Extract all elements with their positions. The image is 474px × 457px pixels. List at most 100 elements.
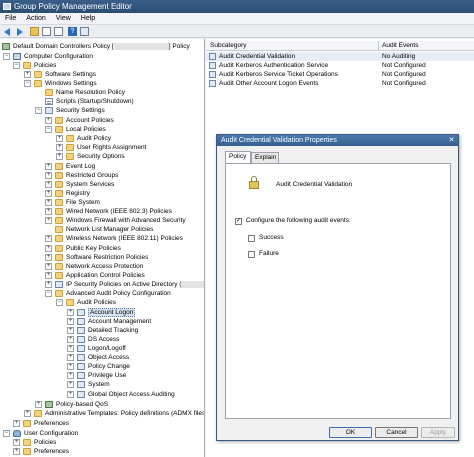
expand-icon[interactable]: +	[67, 381, 74, 388]
tree-security-options[interactable]: + Security Options	[56, 152, 204, 161]
failure-checkbox[interactable]	[248, 251, 255, 258]
menu-view[interactable]: View	[51, 13, 76, 25]
collapse-icon[interactable]: −	[45, 126, 52, 133]
tree-user-policies[interactable]: + Policies	[13, 438, 203, 447]
tree-event-log[interactable]: + Event Log	[45, 162, 204, 171]
tree-user-rights-assignment[interactable]: + User Rights Assignment	[56, 143, 204, 152]
expand-icon[interactable]: +	[45, 190, 52, 197]
expand-icon[interactable]: +	[67, 391, 74, 398]
success-checkbox[interactable]	[248, 235, 255, 242]
expand-icon[interactable]: +	[67, 345, 74, 352]
tree-computer-configuration[interactable]: − Computer Configuration	[3, 52, 203, 61]
tree-privilege-use[interactable]: + Privilege Use	[67, 371, 204, 380]
expand-icon[interactable]: +	[45, 254, 52, 261]
tab-policy[interactable]: Policy	[225, 151, 251, 163]
expand-icon[interactable]: +	[67, 327, 74, 334]
ok-button[interactable]: OK	[329, 427, 372, 438]
expand-icon[interactable]: +	[45, 181, 52, 188]
help-icon[interactable]: ?	[68, 27, 77, 36]
tree-policy-change[interactable]: + Policy Change	[67, 362, 204, 371]
column-subcategory[interactable]: Subcategory	[210, 41, 247, 51]
expand-icon[interactable]: +	[67, 363, 74, 370]
tree-account-logon[interactable]: + Account Logon	[67, 308, 204, 317]
export-list-icon[interactable]	[54, 27, 63, 36]
collapse-icon[interactable]: −	[35, 107, 42, 114]
tree-system-services[interactable]: + System Services	[45, 180, 204, 189]
tree-object-access[interactable]: + Object Access	[67, 353, 204, 362]
column-audit-events[interactable]: Audit Events	[382, 41, 419, 51]
tree-global-object-access[interactable]: + Global Object Access Auditing	[67, 390, 204, 399]
expand-icon[interactable]: +	[45, 235, 52, 242]
tree-software-restriction[interactable]: + Software Restriction Policies	[45, 253, 204, 262]
expand-icon[interactable]: +	[67, 318, 74, 325]
collapse-icon[interactable]: −	[56, 299, 63, 306]
expand-icon[interactable]: +	[45, 199, 52, 206]
configure-checkbox[interactable]: ✓	[235, 218, 242, 225]
tree-ip-security[interactable]: + IP Security Policies on Active Directo…	[45, 280, 204, 289]
expand-icon[interactable]: +	[35, 401, 42, 408]
expand-icon[interactable]: +	[45, 245, 52, 252]
tree-ds-access[interactable]: + DS Access	[67, 335, 204, 344]
tree-wireless-network[interactable]: + Wireless Network (IEEE 802.11) Policie…	[45, 234, 204, 243]
show-hide-tree-icon[interactable]	[42, 27, 51, 36]
tree-policy-based-qos[interactable]: + Policy-based QoS	[35, 400, 204, 409]
tree-application-control[interactable]: + Application Control Policies	[45, 271, 204, 280]
collapse-icon[interactable]: −	[45, 290, 52, 297]
tree-logon-logoff[interactable]: + Logon/Logoff	[67, 344, 204, 353]
expand-icon[interactable]: +	[45, 163, 52, 170]
properties-icon[interactable]	[80, 27, 89, 36]
tree-detailed-tracking[interactable]: + Detailed Tracking	[67, 326, 204, 335]
forward-arrow-icon[interactable]	[15, 27, 24, 36]
tree-preferences[interactable]: + Preferences	[13, 419, 203, 428]
expand-icon[interactable]: +	[13, 439, 20, 446]
expand-icon[interactable]: +	[67, 354, 74, 361]
tree-audit-policies[interactable]: − Audit Policies	[56, 298, 204, 307]
list-row[interactable]: Audit Kerberos Service Ticket Operations…	[206, 70, 474, 79]
expand-icon[interactable]: +	[56, 144, 63, 151]
tree-system[interactable]: + System	[67, 380, 204, 389]
tree-account-management[interactable]: + Account Management	[67, 317, 204, 326]
tab-explain[interactable]: Explain	[251, 152, 279, 163]
tree-public-key-policies[interactable]: + Public Key Policies	[45, 244, 204, 253]
expand-icon[interactable]: +	[45, 272, 52, 279]
expand-icon[interactable]: +	[24, 71, 31, 78]
expand-icon[interactable]: +	[24, 410, 31, 417]
list-row[interactable]: Audit Kerberos Authentication Service No…	[206, 61, 474, 70]
tree-scripts[interactable]: Scripts (Startup/Shutdown)	[35, 97, 204, 106]
collapse-icon[interactable]: −	[13, 62, 20, 69]
tree-advanced-audit[interactable]: − Advanced Audit Policy Configuration	[45, 289, 204, 298]
tree-registry[interactable]: + Registry	[45, 189, 204, 198]
back-arrow-icon[interactable]	[3, 27, 12, 36]
collapse-icon[interactable]: −	[3, 53, 10, 60]
tree-policies[interactable]: − Policies	[13, 61, 203, 70]
tree-audit-policy[interactable]: + Audit Policy	[56, 134, 204, 143]
column-divider[interactable]	[378, 41, 379, 51]
tree-network-list-manager[interactable]: Network List Manager Policies	[45, 225, 204, 234]
expand-icon[interactable]: +	[45, 208, 52, 215]
expand-icon[interactable]: +	[45, 217, 52, 224]
tree-local-policies[interactable]: − Local Policies	[45, 125, 204, 134]
menu-action[interactable]: Action	[21, 13, 50, 25]
dialog-title-bar[interactable]: Audit Credential Validation Properties ✕	[217, 135, 458, 146]
expand-icon[interactable]: +	[67, 309, 74, 316]
tree-root[interactable]: Default Domain Controllers Policy [] Pol…	[2, 42, 202, 51]
tree-security-settings[interactable]: − Security Settings	[35, 106, 204, 115]
collapse-icon[interactable]: −	[3, 430, 10, 437]
tree-windows-firewall[interactable]: + Windows Firewall with Advanced Securit…	[45, 216, 204, 225]
expand-icon[interactable]: +	[13, 448, 20, 455]
expand-icon[interactable]: +	[45, 281, 52, 288]
tree-account-policies[interactable]: + Account Policies	[45, 116, 204, 125]
tree-name-resolution-policy[interactable]: Name Resolution Policy	[35, 88, 204, 97]
cancel-button[interactable]: Cancel	[375, 427, 418, 438]
tree-file-system[interactable]: + File System	[45, 198, 204, 207]
tree-network-access-protection[interactable]: + Network Access Protection	[45, 262, 204, 271]
menu-file[interactable]: File	[0, 13, 21, 25]
tree-user-preferences[interactable]: + Preferences	[13, 447, 203, 456]
tree-software-settings[interactable]: + Software Settings	[24, 70, 204, 79]
expand-icon[interactable]: +	[45, 117, 52, 124]
menu-help[interactable]: Help	[76, 13, 100, 25]
expand-icon[interactable]: +	[56, 153, 63, 160]
list-row[interactable]: Audit Other Account Logon Events Not Con…	[206, 79, 474, 88]
tree-restricted-groups[interactable]: + Restricted Groups	[45, 171, 204, 180]
expand-icon[interactable]: +	[67, 372, 74, 379]
